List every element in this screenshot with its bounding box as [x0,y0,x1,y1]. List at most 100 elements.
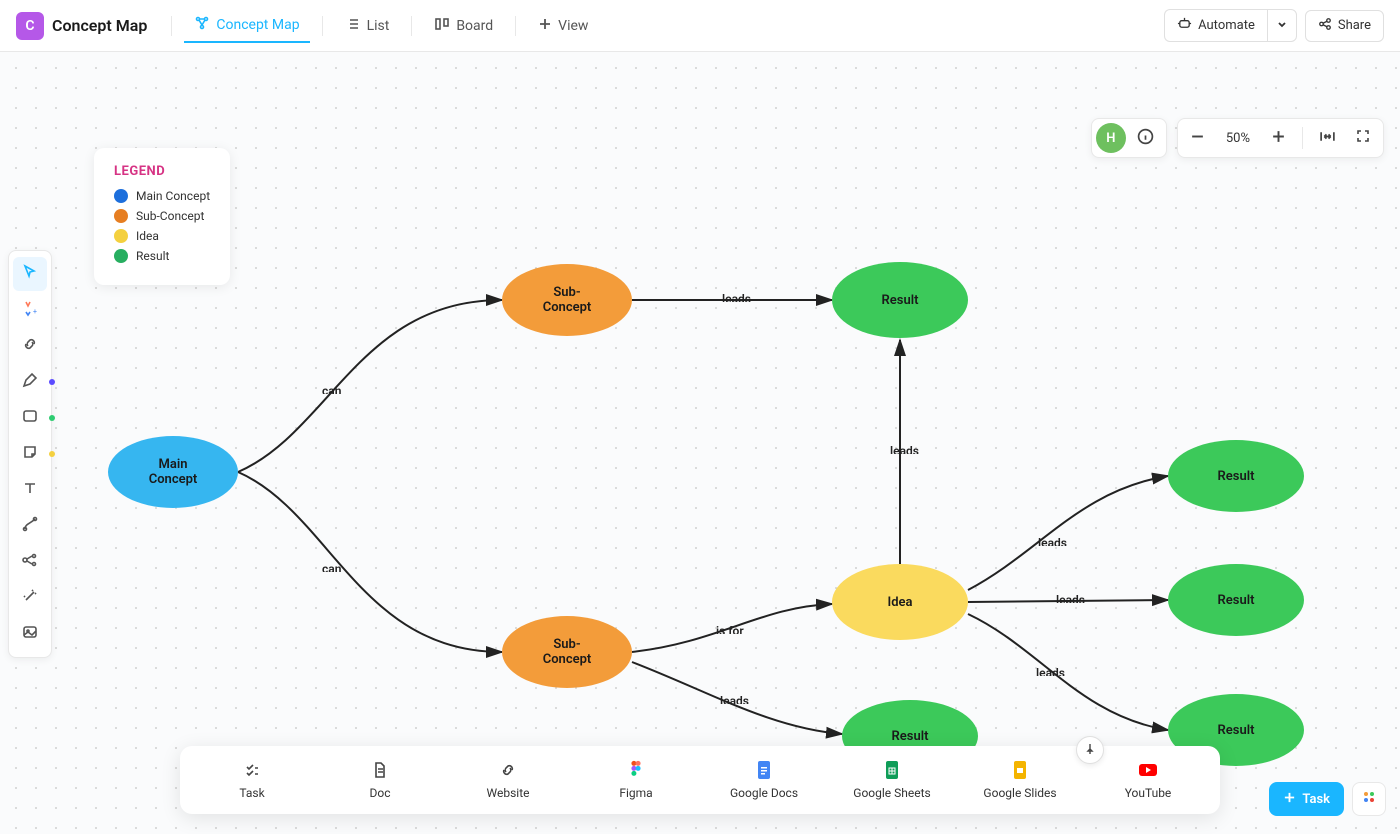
board-icon [434,16,450,36]
fit-width-button[interactable] [1311,122,1343,154]
figma-icon [626,760,646,780]
tab-label: List [367,18,390,34]
automate-dropdown-button[interactable] [1267,9,1297,42]
rectangle-icon [21,407,39,429]
legend-dot [114,249,128,263]
tab-board[interactable]: Board [424,10,503,42]
divider [322,16,323,36]
add-view-button[interactable]: View [528,11,598,41]
node-idea[interactable]: Idea [832,564,968,640]
node-result1[interactable]: Result [832,262,968,338]
apps-icon [1361,789,1377,809]
link-tool[interactable] [13,329,47,363]
legend-item-idea: Idea [114,229,210,243]
automate-button[interactable]: Automate [1164,9,1267,42]
node-result4[interactable]: Result [1168,564,1304,636]
legend-dot [114,229,128,243]
magic-icon [21,587,39,609]
node-main[interactable]: MainConcept [108,436,238,508]
gdocs-icon [754,760,774,780]
legend-dot [114,209,128,223]
website-link-icon [498,760,518,780]
sticky-color-dot [49,451,55,457]
pen-tool[interactable] [13,365,47,399]
pin-toolbar-button[interactable] [1076,736,1104,764]
sticky-note-icon [21,443,39,465]
left-toolbar: + [8,250,52,658]
pen-icon [21,371,39,393]
pin-icon [1083,741,1097,760]
ai-icon: + [21,299,39,321]
bottom-item-doc[interactable]: Doc [316,756,444,804]
task-icon [242,760,262,780]
divider [171,16,172,36]
add-view-label: View [558,18,588,34]
edge-main-sub2[interactable] [238,472,502,652]
legend-title: LEGEND [114,164,210,179]
connector-icon [21,515,39,537]
bottom-item-label: Doc [370,786,391,800]
info-button[interactable] [1130,122,1162,154]
share-button[interactable]: Share [1305,10,1384,42]
zoom-in-button[interactable] [1262,122,1294,154]
bottom-item-google-docs[interactable]: Google Docs [700,756,828,804]
apps-button[interactable] [1352,782,1386,816]
legend-label: Idea [136,229,159,243]
sticky-note-tool[interactable] [13,437,47,471]
edge-idea-result3[interactable] [968,476,1168,590]
node-sub1[interactable]: Sub-Concept [502,264,632,336]
divider [515,16,516,36]
text-tool[interactable] [13,473,47,507]
user-avatar[interactable]: H [1096,123,1126,153]
canvas[interactable]: + [0,52,1400,834]
zoom-out-button[interactable] [1182,122,1214,154]
legend-label: Main Concept [136,189,210,203]
legend-item-result: Result [114,249,210,263]
link-icon [21,335,39,357]
legend-label: Sub-Concept [136,209,204,223]
tab-list[interactable]: List [335,10,400,42]
automate-label: Automate [1198,18,1255,33]
bottom-item-google-sheets[interactable]: Google Sheets [828,756,956,804]
share-label: Share [1338,18,1371,33]
gsheets-icon [882,760,902,780]
mindmap-tool[interactable] [13,545,47,579]
node-result3[interactable]: Result [1168,440,1304,512]
bottom-item-youtube[interactable]: YouTube [1084,756,1212,804]
gslides-icon [1010,760,1030,780]
image-tool[interactable] [13,617,47,651]
bottom-item-website[interactable]: Website [444,756,572,804]
bottom-item-figma[interactable]: Figma [572,756,700,804]
image-icon [21,623,39,645]
bottom-item-label: Task [239,786,264,800]
magic-tool[interactable] [13,581,47,615]
info-icon [1137,128,1154,149]
tab-concept-map[interactable]: Concept Map [184,9,309,43]
connector-tool[interactable] [13,509,47,543]
list-icon [345,16,361,36]
fullscreen-button[interactable] [1347,122,1379,154]
node-sub2[interactable]: Sub-Concept [502,616,632,688]
cursor-icon [21,263,39,285]
add-task-button[interactable]: Task [1269,782,1344,816]
divider [1302,127,1303,149]
mindmap-icon [21,551,39,573]
legend-panel: LEGEND Main Concept Sub-Concept Idea Res… [94,148,230,285]
plus-icon [538,17,552,35]
bottom-item-label: Google Sheets [853,786,930,800]
shape-color-dot [49,415,55,421]
fullscreen-icon [1355,128,1371,148]
app-title: Concept Map [52,16,147,35]
legend-dot [114,189,128,203]
bottom-item-task[interactable]: Task [188,756,316,804]
edge-main-sub1[interactable] [238,300,502,472]
edge-idea-result5[interactable] [968,614,1168,730]
plus-icon [1271,129,1286,148]
plus-icon [1283,791,1296,808]
zoom-level[interactable]: 50% [1218,131,1258,146]
svg-text:+: + [33,308,37,316]
ai-tool[interactable]: + [13,293,47,327]
cursor-tool[interactable] [13,257,47,291]
bottom-item-google-slides[interactable]: Google Slides [956,756,1084,804]
shape-tool[interactable] [13,401,47,435]
